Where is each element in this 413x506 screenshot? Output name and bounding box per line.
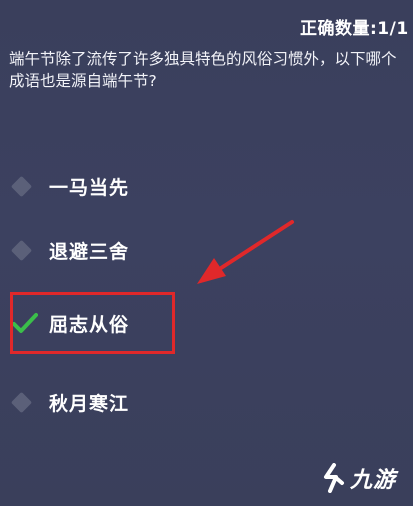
jiuyou-logo-icon [324, 463, 344, 493]
annotation-arrow-icon [197, 220, 294, 284]
watermark-logo: 九游 [320, 462, 396, 494]
watermark-text: 九游 [350, 468, 397, 493]
